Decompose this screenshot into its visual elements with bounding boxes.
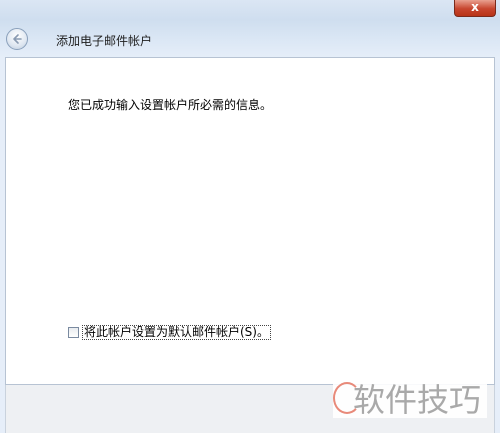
watermark-logo-icon [333,382,361,414]
default-account-option[interactable]: 将此帐户设置为默认邮件帐户(S)。 [68,325,271,340]
default-account-checkbox[interactable] [68,327,79,338]
window-title: 添加电子邮件帐户 [56,34,153,48]
back-arrow-icon [13,34,22,44]
watermark: 软件技巧 [333,378,488,419]
success-message: 您已成功输入设置帐户所必需的信息。 [68,98,273,112]
close-icon: x [471,0,479,14]
back-button[interactable] [6,28,28,50]
default-account-label[interactable]: 将此帐户设置为默认邮件帐户(S)。 [82,325,271,340]
content-panel: 您已成功输入设置帐户所必需的信息。 将此帐户设置为默认邮件帐户(S)。 [5,57,495,385]
dialog-window: x 添加电子邮件帐户 您已成功输入设置帐户所必需的信息。 将此帐户设置为默认邮件… [0,0,500,433]
watermark-text: 软件技巧 [353,381,482,419]
close-button[interactable]: x [454,0,496,17]
